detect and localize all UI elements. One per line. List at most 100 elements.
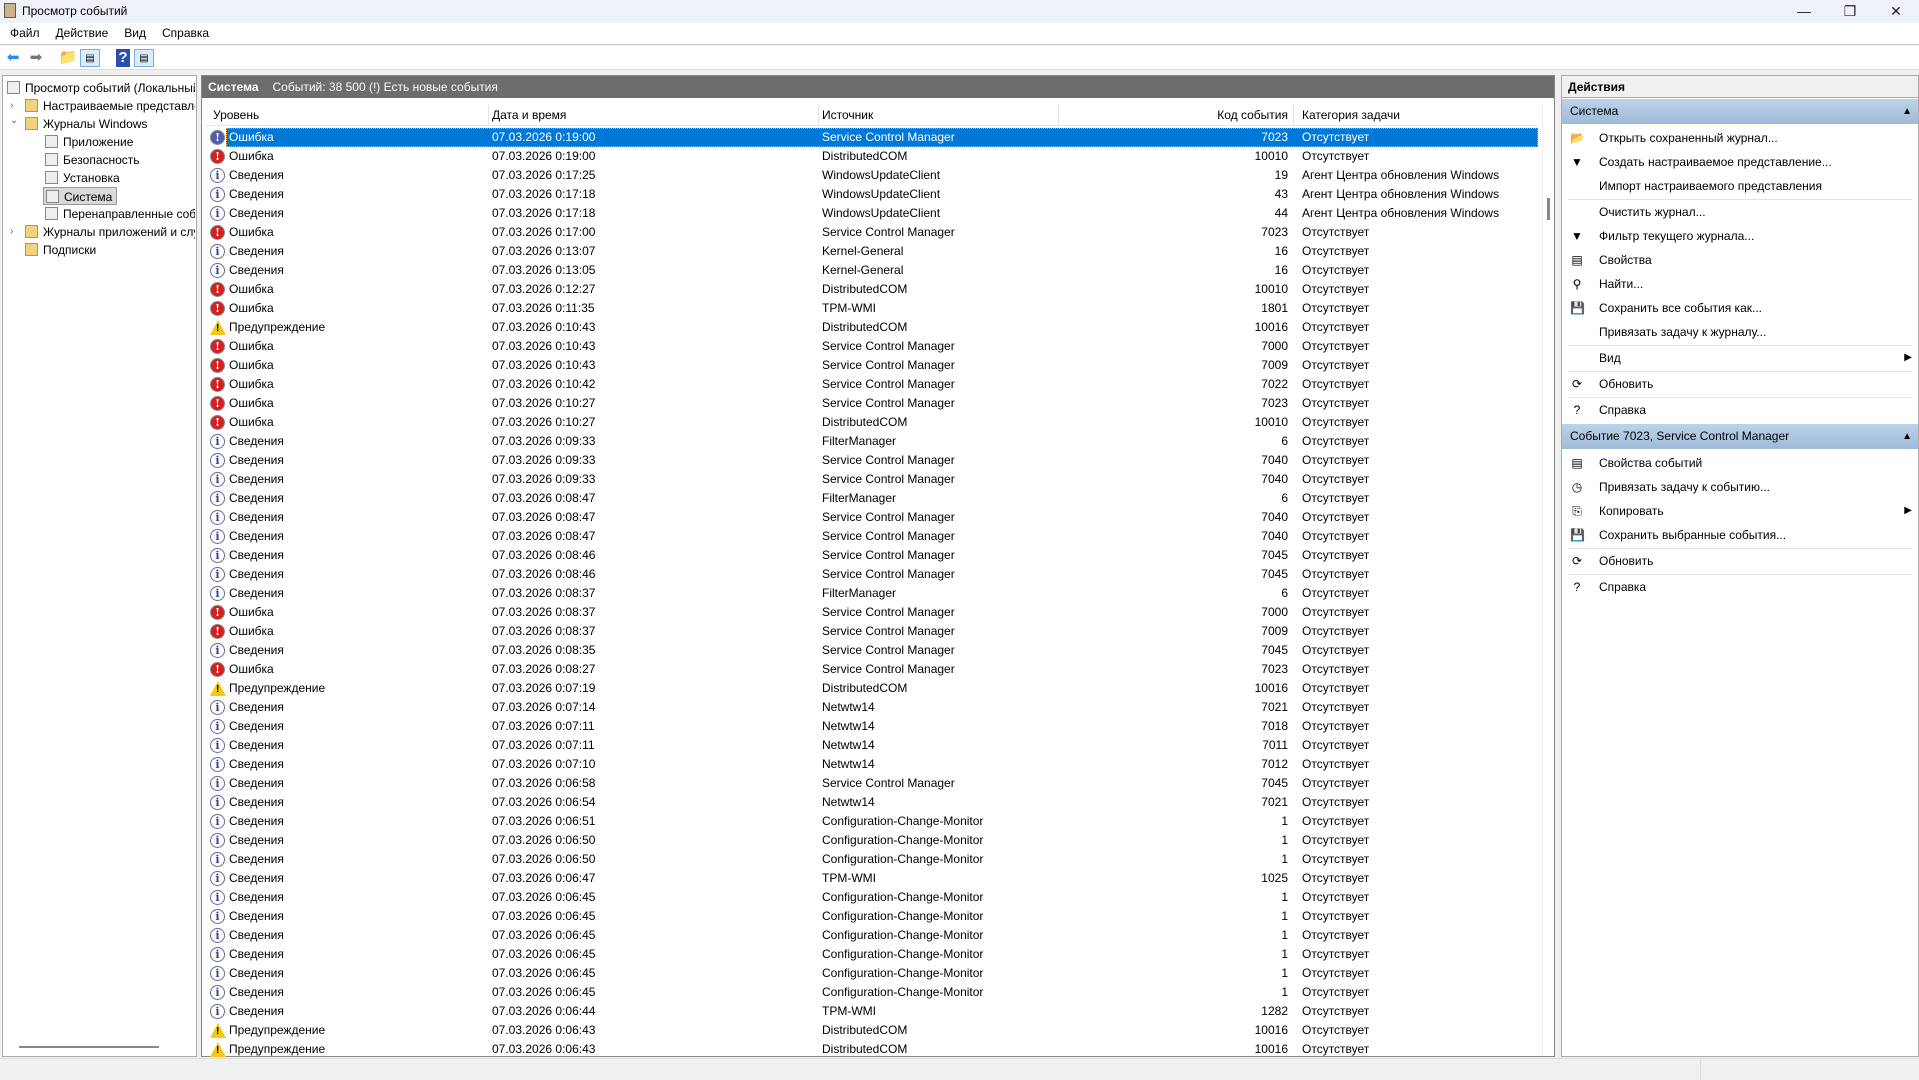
vertical-scrollbar[interactable] [1542, 104, 1554, 1056]
event-row[interactable]: i Сведения 07.03.2026 0:17:25 WindowsUpdate… [206, 166, 1538, 185]
expand-arrow-icon[interactable]: › [10, 100, 20, 111]
action-item[interactable]: ▼ Фильтр текущего журнала... [1562, 224, 1918, 248]
expand-arrow-icon[interactable]: › [10, 226, 20, 237]
collapse-triangle-icon[interactable]: ▲ [1902, 424, 1912, 449]
event-row[interactable]: i Сведения 07.03.2026 0:06:50 Configuration… [206, 831, 1538, 850]
tree-security[interactable]: Безопасность [45, 151, 195, 169]
action-item[interactable]: ▤ Свойства [1562, 248, 1918, 272]
action-item[interactable]: Импорт настраиваемого представления [1562, 174, 1918, 198]
tree-system[interactable]: Система [43, 187, 117, 205]
action-item[interactable]: 💾 Сохранить все события как... [1562, 296, 1918, 320]
action-item[interactable]: ⚲ Найти... [1562, 272, 1918, 296]
event-row[interactable]: ! Ошибка 07.03.2026 0:11:35 TPM-WMI 1801 Отсу… [206, 299, 1538, 318]
column-divider[interactable] [488, 104, 489, 126]
event-row[interactable]: i Сведения 07.03.2026 0:08:46 Service Contr… [206, 546, 1538, 565]
column-divider[interactable] [818, 104, 819, 126]
tree-forwarded-events[interactable]: Перенаправленные события [45, 205, 195, 223]
event-row[interactable]: ! Ошибка 07.03.2026 0:10:27 Service Control… [206, 394, 1538, 413]
event-row[interactable]: ! Ошибка 07.03.2026 0:10:27 DistributedCOM 1… [206, 413, 1538, 432]
event-row[interactable]: i Сведения 07.03.2026 0:06:50 Configuration… [206, 850, 1538, 869]
minimize-button[interactable]: — [1781, 0, 1827, 23]
event-row[interactable]: Предупреждение 07.03.2026 0:06:43 Distribu… [206, 1040, 1538, 1058]
event-row[interactable]: i Сведения 07.03.2026 0:08:47 Service Contr… [206, 508, 1538, 527]
event-row[interactable]: ! Ошибка 07.03.2026 0:10:43 Service Control… [206, 356, 1538, 375]
tree-setup[interactable]: Установка [45, 169, 195, 187]
action-item[interactable]: ◷ Привязать задачу к событию... [1562, 475, 1918, 499]
show-hide-console-tree-icon[interactable]: ▤ [80, 49, 100, 67]
column-divider[interactable] [1293, 104, 1294, 126]
event-row[interactable]: i Сведения 07.03.2026 0:06:58 Service Contr… [206, 774, 1538, 793]
column-level[interactable]: Уровень [213, 108, 259, 122]
scrollbar-thumb[interactable] [1547, 198, 1550, 220]
event-row[interactable]: i Сведения 07.03.2026 0:08:37 FilterManager… [206, 584, 1538, 603]
up-folder-icon[interactable]: 📁 [58, 49, 78, 67]
event-row[interactable]: ! Ошибка 07.03.2026 0:08:27 Service Control… [206, 660, 1538, 679]
event-row[interactable]: i Сведения 07.03.2026 0:06:51 Configuration… [206, 812, 1538, 831]
event-row[interactable]: Предупреждение 07.03.2026 0:10:43 Distribu… [206, 318, 1538, 337]
event-row[interactable]: i Сведения 07.03.2026 0:06:54 Netwtw14 7021 О… [206, 793, 1538, 812]
event-row[interactable]: i Сведения 07.03.2026 0:06:47 TPM-WMI 1025 От… [206, 869, 1538, 888]
event-row[interactable]: i Сведения 07.03.2026 0:06:45 Configuration… [206, 926, 1538, 945]
event-row[interactable]: Предупреждение 07.03.2026 0:07:19 Distribu… [206, 679, 1538, 698]
help-icon[interactable]: ? [116, 49, 130, 67]
action-item[interactable]: ⎘ Копировать ▶ [1562, 499, 1918, 523]
event-row[interactable]: i Сведения 07.03.2026 0:13:05 Kernel-Genera… [206, 261, 1538, 280]
action-item[interactable]: ? Справка [1562, 575, 1918, 599]
action-item[interactable]: ▤ Свойства событий [1562, 451, 1918, 475]
menu-action[interactable]: Действие [48, 23, 117, 40]
event-row[interactable]: ! Ошибка 07.03.2026 0:19:00 DistributedCOM 1… [206, 147, 1538, 166]
event-row[interactable]: i Сведения 07.03.2026 0:09:33 FilterManager… [206, 432, 1538, 451]
event-row[interactable]: i Сведения 07.03.2026 0:06:45 Configuration… [206, 964, 1538, 983]
horizontal-scrollbar[interactable] [19, 1046, 159, 1048]
event-row[interactable]: i Сведения 07.03.2026 0:13:07 Kernel-Genera… [206, 242, 1538, 261]
event-row[interactable]: i Сведения 07.03.2026 0:07:14 Netwtw14 7021 О… [206, 698, 1538, 717]
event-row[interactable]: i Сведения 07.03.2026 0:06:44 TPM-WMI 1282 От… [206, 1002, 1538, 1021]
action-item[interactable]: Очистить журнал... [1562, 200, 1918, 224]
event-row[interactable]: i Сведения 07.03.2026 0:08:46 Service Contr… [206, 565, 1538, 584]
event-row[interactable]: i Сведения 07.03.2026 0:09:33 Service Contr… [206, 451, 1538, 470]
event-row[interactable]: i Сведения 07.03.2026 0:06:45 Configuration… [206, 945, 1538, 964]
action-item[interactable]: 💾 Сохранить выбранные события... [1562, 523, 1918, 547]
tree-application[interactable]: Приложение [45, 133, 195, 151]
column-source[interactable]: Источник [822, 108, 873, 122]
menu-file[interactable]: Файл [0, 23, 48, 40]
event-row[interactable]: i Сведения 07.03.2026 0:06:45 Configuration… [206, 983, 1538, 1002]
column-task-category[interactable]: Категория задачи [1302, 108, 1400, 122]
event-row[interactable]: i Сведения 07.03.2026 0:07:11 Netwtw14 7011 О… [206, 736, 1538, 755]
menu-help[interactable]: Справка [154, 23, 217, 40]
action-item[interactable]: Привязать задачу к журналу... [1562, 320, 1918, 344]
event-row[interactable]: Предупреждение 07.03.2026 0:06:43 Distribu… [206, 1021, 1538, 1040]
action-item[interactable]: 📂 Открыть сохраненный журнал... [1562, 126, 1918, 150]
show-hide-action-pane-icon[interactable]: ▤ [134, 49, 154, 67]
event-row[interactable]: i Сведения 07.03.2026 0:07:11 Netwtw14 7018 О… [206, 717, 1538, 736]
column-divider[interactable] [1058, 104, 1059, 126]
action-item[interactable]: ⟳ Обновить [1562, 372, 1918, 396]
back-arrow-icon[interactable]: ⬅ [3, 49, 23, 67]
event-row[interactable]: ! Ошибка 07.03.2026 0:17:00 Service Control… [206, 223, 1538, 242]
collapse-triangle-icon[interactable]: ▲ [1902, 99, 1912, 124]
action-item[interactable]: Вид ▶ [1562, 346, 1918, 370]
action-item[interactable]: ⟳ Обновить [1562, 549, 1918, 573]
event-row[interactable]: ! Ошибка 07.03.2026 0:12:27 DistributedCOM 1… [206, 280, 1538, 299]
action-item[interactable]: ? Справка [1562, 398, 1918, 422]
event-row[interactable]: i Сведения 07.03.2026 0:08:47 Service Contr… [206, 527, 1538, 546]
tree-custom-views[interactable]: Настраиваемые представления [25, 97, 195, 115]
tree-app-services-logs[interactable]: Журналы приложений и служб [25, 223, 195, 241]
event-row[interactable]: i Сведения 07.03.2026 0:06:45 Configuration… [206, 907, 1538, 926]
column-datetime[interactable]: Дата и время [492, 108, 566, 122]
event-row[interactable]: i Сведения 07.03.2026 0:07:10 Netwtw14 7012 О… [206, 755, 1538, 774]
actions-section-header[interactable]: Событие 7023, Service Control Manager ▲ [1562, 424, 1918, 449]
tree-root[interactable]: Просмотр событий (Локальный) [7, 79, 195, 97]
action-item[interactable]: ▼ Создать настраиваемое представление... [1562, 150, 1918, 174]
event-row[interactable]: i Сведения 07.03.2026 0:09:33 Service Contr… [206, 470, 1538, 489]
actions-section-header[interactable]: Система ▲ [1562, 99, 1918, 124]
event-row[interactable]: i Сведения 07.03.2026 0:08:47 FilterManager… [206, 489, 1538, 508]
menu-view[interactable]: Вид [116, 23, 154, 40]
tree-windows-logs[interactable]: Журналы Windows [25, 115, 195, 133]
event-row[interactable]: i Сведения 07.03.2026 0:17:18 WindowsUpdate… [206, 185, 1538, 204]
event-row[interactable]: i Сведения 07.03.2026 0:08:35 Service Contr… [206, 641, 1538, 660]
forward-arrow-icon[interactable]: ➡ [26, 49, 46, 67]
collapse-arrow-icon[interactable]: ⌄ [10, 115, 20, 126]
close-button[interactable]: ✕ [1873, 0, 1919, 23]
restore-button[interactable]: ❐ [1827, 0, 1873, 23]
